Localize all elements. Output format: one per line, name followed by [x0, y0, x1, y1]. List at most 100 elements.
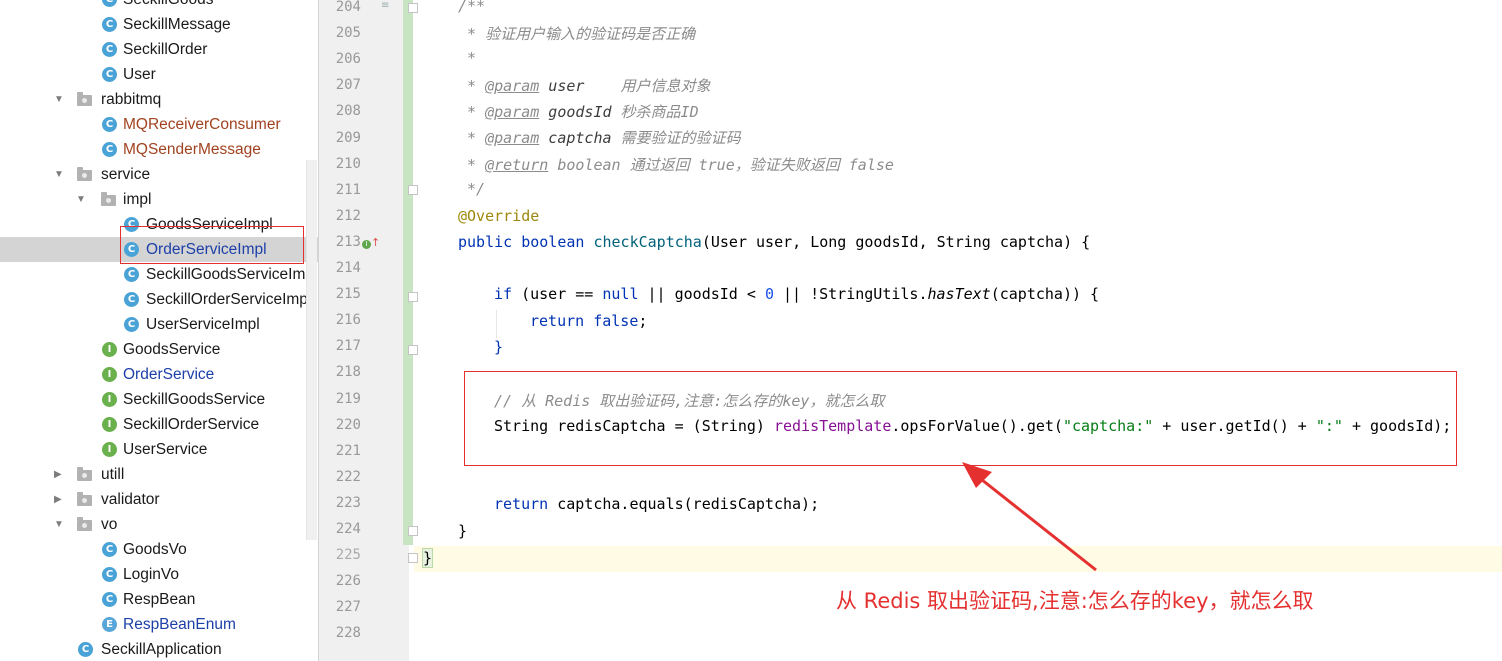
- collapse-arrow-icon[interactable]: ▶: [54, 487, 62, 512]
- tree-item-label: vo: [101, 516, 118, 533]
- fold-marker-icon[interactable]: [408, 185, 418, 195]
- tree-item-label: SeckillMessage: [123, 16, 231, 33]
- interface-icon: I: [102, 342, 117, 357]
- line-number: 213: [335, 233, 361, 250]
- line-number: 224: [335, 521, 361, 537]
- line-number: 225: [335, 547, 361, 564]
- interface-icon: I: [102, 367, 117, 382]
- tree-item[interactable]: ▼ vo: [0, 512, 318, 537]
- code-line-212: @Override: [458, 207, 540, 225]
- tree-item[interactable]: I SeckillOrderService: [0, 412, 318, 437]
- tree-item[interactable]: ▼ impl: [0, 187, 318, 212]
- tree-item[interactable]: ▶ utill: [0, 462, 318, 487]
- tree-item[interactable]: C UserServiceImpl: [0, 312, 318, 337]
- tree-scrollbar[interactable]: [306, 160, 317, 540]
- tree-item-label: GoodsService: [123, 341, 221, 358]
- fold-marker-icon[interactable]: [408, 345, 418, 355]
- fold-marker-icon[interactable]: [408, 292, 418, 302]
- doc-comment-icon: ≡: [381, 0, 390, 11]
- class-icon: C: [102, 117, 117, 132]
- line-number: 205: [335, 25, 361, 42]
- implements-method-icon[interactable]: I ↑: [362, 236, 380, 249]
- class-icon: C: [124, 292, 139, 307]
- tree-item-label: UserServiceImpl: [146, 316, 260, 333]
- expand-arrow-icon[interactable]: ▼: [54, 512, 64, 537]
- tree-item[interactable]: I SeckillGoodsService: [0, 387, 318, 412]
- tree-item-label: SeckillOrder: [123, 41, 208, 58]
- folder-icon: [77, 92, 92, 106]
- tree-item[interactable]: ▶ validator: [0, 487, 318, 512]
- code-line-208: * @param goodsId 秒杀商品ID: [458, 103, 699, 121]
- tree-item-label: LoginVo: [123, 566, 180, 583]
- indent-guide: [496, 310, 497, 338]
- tree-item-label: MQSenderMessage: [123, 141, 261, 158]
- tree-item-label: RespBean: [123, 591, 196, 608]
- fold-marker-icon[interactable]: [408, 3, 418, 13]
- spring-app-class-icon: C: [78, 642, 93, 657]
- tree-item-label: GoodsVo: [123, 541, 187, 558]
- fold-marker-icon[interactable]: [408, 553, 418, 563]
- tree-item[interactable]: C LoginVo: [0, 562, 318, 587]
- tree-item[interactable]: I UserService: [0, 437, 318, 462]
- class-icon: C: [102, 42, 117, 57]
- interface-icon: I: [102, 392, 117, 407]
- tree-item[interactable]: C SeckillOrder: [0, 37, 318, 62]
- tree-item[interactable]: C SeckillOrderServiceImpl: [0, 287, 318, 312]
- line-number: 227: [335, 599, 361, 616]
- line-number: 212: [335, 207, 361, 224]
- tree-item[interactable]: C MQReceiverConsumer: [0, 112, 318, 137]
- line-number: 207: [335, 77, 361, 94]
- line-number: 218: [335, 364, 361, 381]
- code-line-217: }: [494, 338, 504, 356]
- code-line-215: if (user == null || goodsId < 0 || !Stri…: [494, 285, 1100, 303]
- line-number: 214: [335, 260, 361, 276]
- tree-item[interactable]: ▼ service: [0, 162, 318, 187]
- folder-icon: [101, 192, 116, 206]
- tree-item[interactable]: C RespBean: [0, 587, 318, 612]
- code-line-205: * 验证用户输入的验证码是否正确: [458, 25, 696, 43]
- tree-item[interactable]: E RespBeanEnum: [0, 612, 318, 637]
- line-number: 204: [335, 0, 361, 15]
- tree-item[interactable]: C User: [0, 62, 318, 87]
- class-icon: C: [102, 67, 117, 82]
- line-number: 210: [335, 155, 361, 172]
- code-line-210: * @return boolean 通过返回 true，验证失败返回 false: [458, 156, 894, 174]
- folder-icon: [77, 492, 92, 506]
- code-line-206: *: [458, 49, 477, 67]
- tree-item[interactable]: C MQSenderMessage: [0, 137, 318, 162]
- tree-item[interactable]: I OrderService: [0, 362, 318, 387]
- code-line-204: /**: [458, 0, 486, 15]
- line-number: 217: [335, 338, 361, 355]
- tree-item[interactable]: ▼ rabbitmq: [0, 87, 318, 112]
- expand-arrow-icon[interactable]: ▼: [54, 87, 64, 112]
- tree-item-label: SeckillGoodsService: [123, 391, 266, 408]
- fold-marker-icon[interactable]: [408, 526, 418, 536]
- folder-icon: [77, 517, 92, 531]
- interface-icon: I: [102, 442, 117, 457]
- line-number: 208: [335, 103, 361, 120]
- tree-item[interactable]: C GoodsVo: [0, 537, 318, 562]
- tree-item-label: service: [101, 166, 151, 183]
- vcs-change-bar: [403, 0, 413, 545]
- enum-icon: E: [102, 617, 117, 632]
- collapse-arrow-icon[interactable]: ▶: [54, 462, 62, 487]
- line-number: 220: [335, 416, 361, 433]
- tree-item[interactable]: C SeckillApplication: [0, 637, 318, 661]
- code-line-213: public boolean checkCaptcha(User user, L…: [458, 233, 1091, 251]
- expand-arrow-icon[interactable]: ▼: [54, 162, 64, 187]
- tree-item-label: SeckillOrderService: [123, 416, 260, 433]
- annotation-arrow-icon: [962, 462, 1097, 572]
- tree-item-label: SeckillApplication: [101, 641, 222, 658]
- highlight-box-selected-file: [120, 226, 304, 264]
- tree-item-label: validator: [101, 491, 160, 508]
- folder-icon: [77, 467, 92, 481]
- expand-arrow-icon[interactable]: ▼: [76, 187, 86, 212]
- tree-item[interactable]: C SeckillGoodsServiceImpl: [0, 262, 318, 287]
- code-line-207: * @param user 用户信息对象: [458, 77, 711, 95]
- line-number: 219: [335, 390, 361, 407]
- tree-item[interactable]: I GoodsService: [0, 337, 318, 362]
- tree-item[interactable]: C SeckillGoods: [0, 0, 318, 12]
- tree-item[interactable]: C SeckillMessage: [0, 12, 318, 37]
- line-number: 209: [335, 129, 361, 146]
- code-line-209: * @param captcha 需要验证的验证码: [458, 129, 741, 147]
